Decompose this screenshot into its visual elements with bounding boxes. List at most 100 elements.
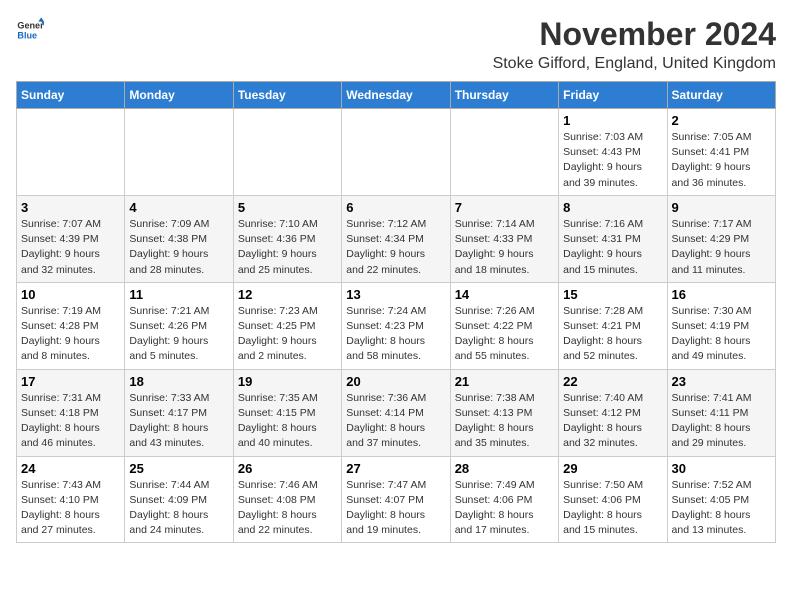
day-info: Sunrise: 7:33 AM Sunset: 4:17 PM Dayligh… — [129, 391, 228, 452]
weekday-header-sunday: Sunday — [17, 82, 125, 109]
calendar-cell: 7 Sunrise: 7:14 AM Sunset: 4:33 PM Daylig… — [450, 195, 558, 282]
day-info: Sunrise: 7:14 AM Sunset: 4:33 PM Dayligh… — [455, 217, 554, 278]
calendar-week-4: 17 Sunrise: 7:31 AM Sunset: 4:18 PM Dayli… — [17, 369, 776, 456]
calendar-cell — [125, 109, 233, 196]
calendar-cell: 18 Sunrise: 7:33 AM Sunset: 4:17 PM Dayli… — [125, 369, 233, 456]
day-number: 18 — [129, 374, 228, 389]
calendar-week-3: 10 Sunrise: 7:19 AM Sunset: 4:28 PM Dayli… — [17, 282, 776, 369]
day-number: 25 — [129, 461, 228, 476]
day-info: Sunrise: 7:36 AM Sunset: 4:14 PM Dayligh… — [346, 391, 445, 452]
day-number: 28 — [455, 461, 554, 476]
day-info: Sunrise: 7:26 AM Sunset: 4:22 PM Dayligh… — [455, 304, 554, 365]
calendar-cell: 10 Sunrise: 7:19 AM Sunset: 4:28 PM Dayli… — [17, 282, 125, 369]
weekday-header-monday: Monday — [125, 82, 233, 109]
day-info: Sunrise: 7:30 AM Sunset: 4:19 PM Dayligh… — [672, 304, 771, 365]
calendar-cell: 30Sunrise: 7:52 AM Sunset: 4:05 PM Dayli… — [667, 456, 775, 543]
calendar-cell: 24Sunrise: 7:43 AM Sunset: 4:10 PM Dayli… — [17, 456, 125, 543]
weekday-header-saturday: Saturday — [667, 82, 775, 109]
day-number: 2 — [672, 113, 771, 128]
day-info: Sunrise: 7:23 AM Sunset: 4:25 PM Dayligh… — [238, 304, 337, 365]
weekday-header-wednesday: Wednesday — [342, 82, 450, 109]
day-number: 15 — [563, 287, 662, 302]
day-number: 21 — [455, 374, 554, 389]
day-info: Sunrise: 7:46 AM Sunset: 4:08 PM Dayligh… — [238, 478, 337, 539]
day-number: 11 — [129, 287, 228, 302]
calendar-cell: 19Sunrise: 7:35 AM Sunset: 4:15 PM Dayli… — [233, 369, 341, 456]
day-info: Sunrise: 7:03 AM Sunset: 4:43 PM Dayligh… — [563, 130, 662, 191]
day-info: Sunrise: 7:49 AM Sunset: 4:06 PM Dayligh… — [455, 478, 554, 539]
svg-text:Blue: Blue — [17, 30, 37, 40]
calendar-cell: 12 Sunrise: 7:23 AM Sunset: 4:25 PM Dayli… — [233, 282, 341, 369]
calendar-cell: 20 Sunrise: 7:36 AM Sunset: 4:14 PM Dayli… — [342, 369, 450, 456]
calendar-cell: 5Sunrise: 7:10 AM Sunset: 4:36 PM Daylig… — [233, 195, 341, 282]
day-number: 6 — [346, 200, 445, 215]
weekday-header-tuesday: Tuesday — [233, 82, 341, 109]
calendar-cell — [17, 109, 125, 196]
day-number: 7 — [455, 200, 554, 215]
day-number: 23 — [672, 374, 771, 389]
main-title: November 2024 — [493, 16, 776, 53]
day-number: 4 — [129, 200, 228, 215]
day-info: Sunrise: 7:41 AM Sunset: 4:11 PM Dayligh… — [672, 391, 771, 452]
calendar-cell: 4 Sunrise: 7:09 AM Sunset: 4:38 PM Daylig… — [125, 195, 233, 282]
calendar-cell: 25 Sunrise: 7:44 AM Sunset: 4:09 PM Dayli… — [125, 456, 233, 543]
calendar-cell: 16 Sunrise: 7:30 AM Sunset: 4:19 PM Dayli… — [667, 282, 775, 369]
calendar-cell: 21 Sunrise: 7:38 AM Sunset: 4:13 PM Dayli… — [450, 369, 558, 456]
day-info: Sunrise: 7:35 AM Sunset: 4:15 PM Dayligh… — [238, 391, 337, 452]
title-area: November 2024 Stoke Gifford, England, Un… — [493, 16, 776, 73]
day-number: 27 — [346, 461, 445, 476]
day-number: 1 — [563, 113, 662, 128]
calendar-cell: 14 Sunrise: 7:26 AM Sunset: 4:22 PM Dayli… — [450, 282, 558, 369]
calendar-cell: 17 Sunrise: 7:31 AM Sunset: 4:18 PM Dayli… — [17, 369, 125, 456]
day-number: 22 — [563, 374, 662, 389]
weekday-header-friday: Friday — [559, 82, 667, 109]
day-info: Sunrise: 7:28 AM Sunset: 4:21 PM Dayligh… — [563, 304, 662, 365]
day-number: 12 — [238, 287, 337, 302]
day-info: Sunrise: 7:47 AM Sunset: 4:07 PM Dayligh… — [346, 478, 445, 539]
day-info: Sunrise: 7:09 AM Sunset: 4:38 PM Dayligh… — [129, 217, 228, 278]
calendar-cell: 15 Sunrise: 7:28 AM Sunset: 4:21 PM Dayli… — [559, 282, 667, 369]
day-number: 10 — [21, 287, 120, 302]
calendar-body: 1 Sunrise: 7:03 AM Sunset: 4:43 PM Daylig… — [17, 109, 776, 543]
day-info: Sunrise: 7:19 AM Sunset: 4:28 PM Dayligh… — [21, 304, 120, 365]
calendar-cell — [233, 109, 341, 196]
day-info: Sunrise: 7:10 AM Sunset: 4:36 PM Dayligh… — [238, 217, 337, 278]
calendar-cell: 28 Sunrise: 7:49 AM Sunset: 4:06 PM Dayli… — [450, 456, 558, 543]
day-number: 9 — [672, 200, 771, 215]
day-info: Sunrise: 7:31 AM Sunset: 4:18 PM Dayligh… — [21, 391, 120, 452]
calendar-cell: 3 Sunrise: 7:07 AM Sunset: 4:39 PM Daylig… — [17, 195, 125, 282]
day-number: 20 — [346, 374, 445, 389]
day-info: Sunrise: 7:50 AM Sunset: 4:06 PM Dayligh… — [563, 478, 662, 539]
day-info: Sunrise: 7:07 AM Sunset: 4:39 PM Dayligh… — [21, 217, 120, 278]
calendar-week-1: 1 Sunrise: 7:03 AM Sunset: 4:43 PM Daylig… — [17, 109, 776, 196]
day-number: 3 — [21, 200, 120, 215]
day-info: Sunrise: 7:44 AM Sunset: 4:09 PM Dayligh… — [129, 478, 228, 539]
day-info: Sunrise: 7:52 AM Sunset: 4:05 PM Dayligh… — [672, 478, 771, 539]
calendar-cell: 27 Sunrise: 7:47 AM Sunset: 4:07 PM Dayli… — [342, 456, 450, 543]
calendar-week-2: 3 Sunrise: 7:07 AM Sunset: 4:39 PM Daylig… — [17, 195, 776, 282]
day-info: Sunrise: 7:16 AM Sunset: 4:31 PM Dayligh… — [563, 217, 662, 278]
day-number: 24 — [21, 461, 120, 476]
calendar-cell: 6Sunrise: 7:12 AM Sunset: 4:34 PM Daylig… — [342, 195, 450, 282]
day-number: 17 — [21, 374, 120, 389]
day-number: 26 — [238, 461, 337, 476]
day-number: 14 — [455, 287, 554, 302]
day-info: Sunrise: 7:24 AM Sunset: 4:23 PM Dayligh… — [346, 304, 445, 365]
subtitle: Stoke Gifford, England, United Kingdom — [493, 55, 776, 73]
day-number: 16 — [672, 287, 771, 302]
calendar-cell: 23 Sunrise: 7:41 AM Sunset: 4:11 PM Dayli… — [667, 369, 775, 456]
calendar-cell: 9Sunrise: 7:17 AM Sunset: 4:29 PM Daylig… — [667, 195, 775, 282]
logo-icon: General Blue — [16, 16, 44, 44]
svg-text:General: General — [17, 21, 44, 31]
weekday-header-thursday: Thursday — [450, 82, 558, 109]
day-number: 29 — [563, 461, 662, 476]
calendar-cell: 11Sunrise: 7:21 AM Sunset: 4:26 PM Dayli… — [125, 282, 233, 369]
day-info: Sunrise: 7:38 AM Sunset: 4:13 PM Dayligh… — [455, 391, 554, 452]
calendar-cell: 13 Sunrise: 7:24 AM Sunset: 4:23 PM Dayli… — [342, 282, 450, 369]
calendar-cell: 1 Sunrise: 7:03 AM Sunset: 4:43 PM Daylig… — [559, 109, 667, 196]
logo: General Blue — [16, 16, 44, 44]
day-number: 8 — [563, 200, 662, 215]
calendar-table: SundayMondayTuesdayWednesdayThursdayFrid… — [16, 81, 776, 543]
weekday-header-row: SundayMondayTuesdayWednesdayThursdayFrid… — [17, 82, 776, 109]
day-number: 13 — [346, 287, 445, 302]
